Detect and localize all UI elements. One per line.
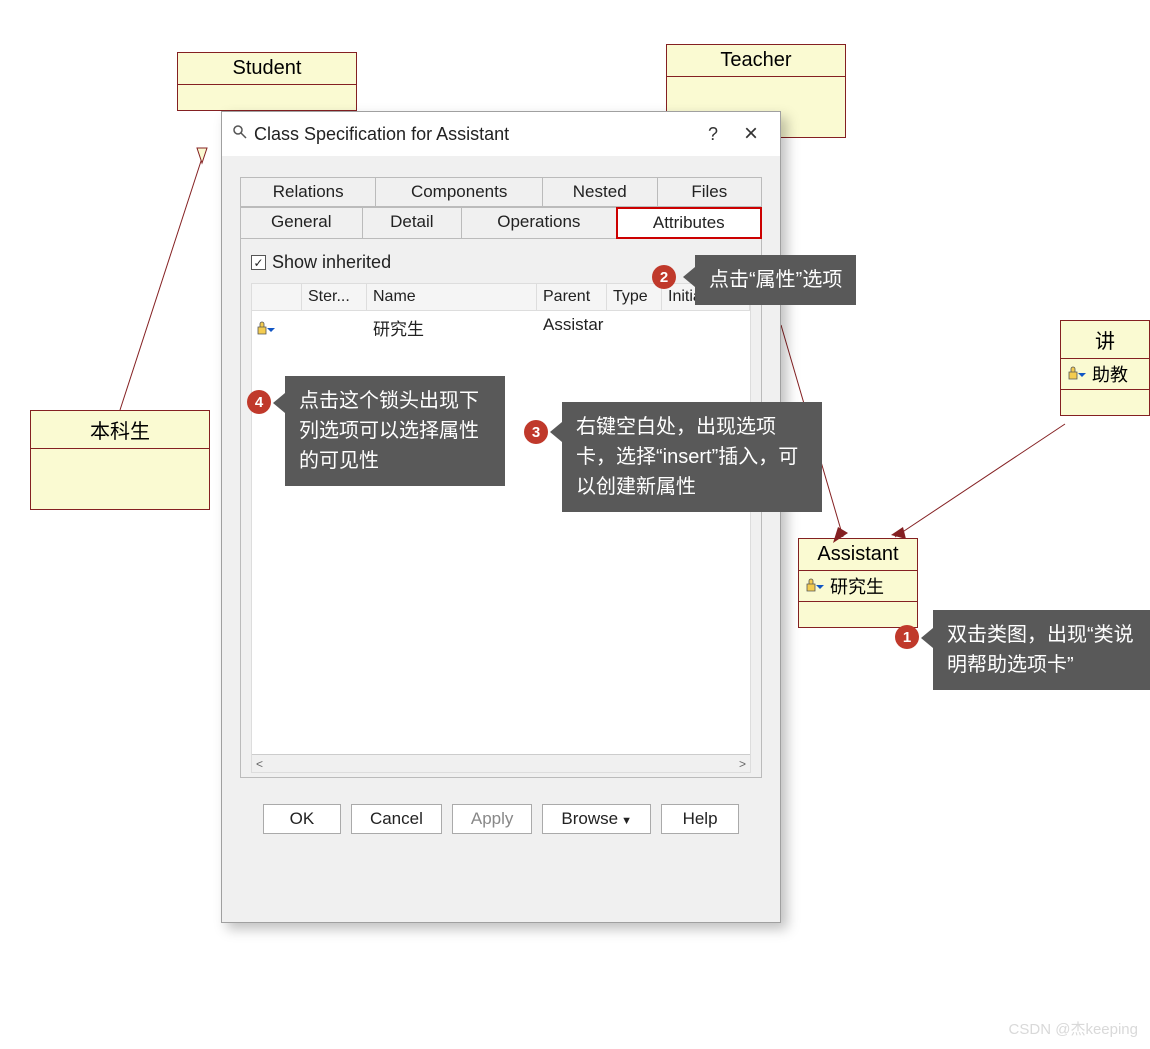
dialog-title: Class Specification for Assistant (250, 124, 694, 145)
tab-operations[interactable]: Operations (461, 207, 616, 239)
class-compartment (1061, 390, 1149, 415)
class-student[interactable]: Student (177, 52, 357, 111)
col-type[interactable]: Type (607, 284, 662, 310)
tab-relations[interactable]: Relations (240, 177, 376, 207)
help-button[interactable]: ? (694, 124, 732, 145)
scroll-right-icon[interactable]: > (739, 757, 746, 771)
badge-1: 1 (895, 625, 919, 649)
class-title: 讲 (1061, 321, 1149, 359)
browse-label: Browse (561, 809, 618, 828)
class-compartment (31, 449, 209, 509)
browse-button[interactable]: Browse ▼ (542, 804, 651, 834)
class-compartment (799, 602, 917, 627)
help-button[interactable]: Help (661, 804, 739, 834)
tab-general[interactable]: General (240, 207, 363, 239)
grid-row[interactable]: 研究生 Assistar (252, 311, 750, 344)
close-button[interactable]: × (732, 120, 770, 148)
attribute-text: 助教 (1092, 365, 1128, 385)
callout-4: 点击这个锁头出现下列选项可以选择属性的可见性 (285, 376, 505, 486)
badge-2: 2 (652, 265, 676, 289)
callout-1: 双击类图，出现“类说明帮助选项卡” (933, 610, 1150, 690)
class-partial-right[interactable]: 讲 助教 (1060, 320, 1150, 416)
apply-button[interactable]: Apply (452, 804, 533, 834)
scroll-left-icon[interactable]: < (256, 757, 263, 771)
class-assistant[interactable]: Assistant 研究生 (798, 538, 918, 628)
grid-header: Ster... Name Parent Type Initial (252, 284, 750, 311)
callout-arrow (921, 628, 933, 648)
col-icon[interactable] (252, 284, 302, 310)
tab-nested[interactable]: Nested (542, 177, 658, 207)
titlebar[interactable]: Class Specification for Assistant ? × (222, 112, 780, 156)
lock-icon (1067, 365, 1092, 385)
cell-name: 研究生 (367, 311, 537, 344)
class-undergrad[interactable]: 本科生 (30, 410, 210, 510)
class-title: Student (178, 53, 356, 85)
dialog-buttons: OK Cancel Apply Browse ▼ Help (222, 786, 780, 844)
cell-ster (302, 311, 367, 344)
class-title: 本科生 (31, 411, 209, 449)
horizontal-scrollbar[interactable]: < > (252, 754, 750, 772)
show-inherited-label: Show inherited (272, 252, 391, 273)
col-stereotype[interactable]: Ster... (302, 284, 367, 310)
dialog-icon (232, 124, 250, 145)
cancel-button[interactable]: Cancel (351, 804, 442, 834)
ok-button[interactable]: OK (263, 804, 341, 834)
tab-attributes[interactable]: Attributes (616, 207, 762, 239)
tab-files[interactable]: Files (657, 177, 762, 207)
callout-3: 右键空白处，出现选项卡，选择“insert”插入，可以创建新属性 (562, 402, 822, 512)
callout-arrow (550, 422, 562, 442)
callout-2: 点击“属性”选项 (695, 255, 856, 305)
callout-arrow (273, 393, 285, 413)
tab-components[interactable]: Components (375, 177, 542, 207)
attribute-text: 研究生 (830, 577, 884, 597)
class-compartment: 助教 (1061, 359, 1149, 390)
class-compartment: 研究生 (799, 571, 917, 602)
col-name[interactable]: Name (367, 284, 537, 310)
show-inherited-checkbox[interactable]: ✓ (251, 255, 266, 270)
visibility-lock-icon[interactable] (252, 311, 302, 344)
badge-3: 3 (524, 420, 548, 444)
class-title: Assistant (799, 539, 917, 571)
class-compartment (178, 85, 356, 110)
class-title: Teacher (667, 45, 845, 77)
cell-parent: Assistar (537, 311, 607, 344)
badge-4: 4 (247, 390, 271, 414)
tab-detail[interactable]: Detail (362, 207, 463, 239)
watermark: CSDN @杰keeping (1009, 1018, 1138, 1039)
col-parent[interactable]: Parent (537, 284, 607, 310)
chevron-down-icon: ▼ (618, 815, 632, 827)
callout-arrow (683, 267, 695, 287)
class-spec-dialog: Class Specification for Assistant ? × Re… (221, 111, 781, 923)
attributes-grid[interactable]: Ster... Name Parent Type Initial 研究生 (251, 283, 751, 773)
lock-icon (805, 577, 830, 597)
